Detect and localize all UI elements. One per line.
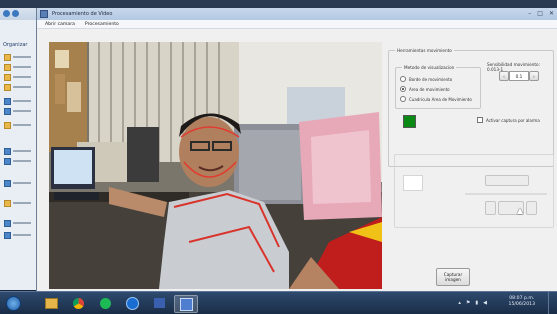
library-icon bbox=[4, 97, 11, 105]
folder-icon bbox=[44, 297, 58, 309]
folder-icon bbox=[4, 73, 11, 81]
radio-dot bbox=[400, 76, 406, 82]
sidebar-item[interactable] bbox=[4, 83, 34, 91]
disabled-slider-track[interactable] bbox=[465, 193, 547, 195]
folder-icon bbox=[4, 83, 11, 91]
maximize-button[interactable]: □ bbox=[537, 10, 543, 17]
motion-tools-title: Herramientas movimiento bbox=[395, 48, 454, 53]
taskbar-media-center[interactable] bbox=[121, 295, 143, 311]
checkbox-label: Activar captura por alarma bbox=[486, 117, 540, 123]
radio-motion-edge[interactable]: Borde de movimiento bbox=[400, 76, 452, 82]
sidebar-item[interactable] bbox=[4, 179, 34, 187]
chrome-icon bbox=[72, 297, 84, 309]
radio-label: Area de movimiento bbox=[409, 86, 450, 92]
sidebar-item[interactable] bbox=[4, 63, 34, 71]
radio-label: Borde de movimiento bbox=[409, 76, 453, 82]
tray-arrow-icon[interactable]: ▴ bbox=[458, 300, 461, 306]
video-app-icon bbox=[153, 298, 165, 308]
taskbar-video-app[interactable] bbox=[148, 295, 170, 311]
radio-motion-area[interactable]: Area de movimiento bbox=[400, 86, 450, 92]
menu-open-camera[interactable]: Abrir camara bbox=[45, 22, 75, 27]
capture-image-button[interactable]: Capturar imagen bbox=[436, 268, 470, 286]
checkbox-box bbox=[477, 117, 483, 123]
windows-orb-icon bbox=[5, 295, 21, 311]
auto-capture-checkbox[interactable]: Activar captura por alarma bbox=[477, 117, 540, 123]
computer-icon bbox=[4, 147, 11, 155]
menu-processing[interactable]: Procesamiento bbox=[85, 22, 119, 27]
network-icon[interactable]: ▮ bbox=[475, 300, 478, 306]
sensitivity-input[interactable]: 0.1 bbox=[509, 71, 529, 81]
window-titlebar[interactable]: Procesamiento de Video – □ ✕ bbox=[37, 8, 557, 20]
disabled-left-button[interactable] bbox=[485, 201, 496, 215]
sidebar-item[interactable] bbox=[4, 231, 34, 239]
media-center-icon bbox=[125, 296, 139, 310]
sidebar-item[interactable] bbox=[4, 53, 34, 61]
clock-date: 15/06/2013 bbox=[508, 302, 535, 307]
mouse-cursor-icon bbox=[517, 208, 523, 214]
radio-dot bbox=[400, 96, 406, 102]
sidebar-item[interactable] bbox=[4, 97, 34, 105]
taskbar: ▴ ⚑ ▮ ◀ 08:07 p.m. 15/06/2013 bbox=[0, 291, 557, 314]
window-title: Procesamiento de Video bbox=[52, 11, 113, 17]
drive-icon bbox=[4, 231, 11, 239]
drive-icon bbox=[4, 157, 11, 165]
menu-bar: Abrir camara Procesamiento bbox=[37, 20, 557, 29]
motion-indicator bbox=[403, 115, 416, 128]
disabled-options-group bbox=[394, 154, 554, 228]
radio-dot-selected bbox=[400, 86, 406, 92]
sidebar-item[interactable] bbox=[4, 157, 34, 165]
spotify-icon bbox=[99, 297, 111, 309]
flag-icon[interactable]: ⚑ bbox=[466, 300, 470, 306]
network-icon bbox=[4, 179, 11, 187]
minimize-button[interactable]: – bbox=[528, 10, 531, 17]
sensitivity-increase-button[interactable]: › bbox=[529, 71, 539, 81]
folder-icon bbox=[4, 53, 11, 61]
organize-menu[interactable]: Organizar bbox=[3, 42, 27, 48]
disabled-right-button[interactable] bbox=[526, 201, 537, 215]
taskbar-spotify[interactable] bbox=[94, 295, 116, 311]
tools-panel: Herramientas movimiento Sensibilidad mov… bbox=[388, 42, 556, 289]
motion-tools-group: Herramientas movimiento Sensibilidad mov… bbox=[388, 48, 554, 167]
visualization-method-title: Metodo de visualizacion bbox=[402, 65, 457, 70]
back-arrow-icon[interactable] bbox=[3, 10, 10, 17]
system-tray: ▴ ⚑ ▮ ◀ bbox=[458, 300, 487, 306]
taskbar-processing-app[interactable] bbox=[174, 295, 198, 313]
sidebar-item[interactable] bbox=[4, 147, 34, 155]
taskbar-explorer[interactable] bbox=[40, 295, 62, 311]
preview-swatch bbox=[403, 175, 423, 191]
processing-app-icon bbox=[179, 297, 193, 311]
sidebar-item[interactable] bbox=[4, 73, 34, 81]
close-button[interactable]: ✕ bbox=[549, 10, 554, 17]
show-desktop-button[interactable] bbox=[548, 292, 557, 314]
taskbar-chrome[interactable] bbox=[67, 295, 89, 311]
folder-icon bbox=[4, 199, 11, 207]
taskbar-clock[interactable]: 08:07 p.m. 15/06/2013 bbox=[509, 296, 535, 308]
drive-icon bbox=[4, 219, 11, 227]
folder-icon bbox=[4, 63, 11, 71]
folder-icon bbox=[4, 121, 11, 129]
volume-icon[interactable]: ◀ bbox=[483, 300, 487, 306]
visualization-method-group: Metodo de visualizacion Borde de movimie… bbox=[395, 65, 481, 109]
camera-frame-image bbox=[49, 42, 382, 289]
camera-feed bbox=[49, 42, 382, 289]
radio-grid-motion-area[interactable]: Cuadricula Area de Movimiento bbox=[400, 96, 472, 102]
library-icon bbox=[4, 107, 11, 115]
app-icon bbox=[40, 10, 48, 18]
sidebar-item[interactable] bbox=[4, 219, 34, 227]
start-button[interactable] bbox=[4, 295, 22, 311]
sensitivity-decrease-button[interactable]: ‹ bbox=[499, 71, 509, 81]
sidebar-item[interactable] bbox=[4, 199, 34, 207]
radio-label: Cuadricula Area de Movimiento bbox=[409, 96, 472, 102]
explorer-sidebar: Organizar bbox=[0, 20, 39, 307]
sidebar-item[interactable] bbox=[4, 107, 34, 115]
sidebar-item[interactable] bbox=[4, 121, 34, 129]
video-processing-window: Procesamiento de Video – □ ✕ Abrir camar… bbox=[36, 8, 557, 291]
forward-arrow-icon[interactable] bbox=[12, 10, 19, 17]
disabled-option-button[interactable] bbox=[485, 175, 529, 186]
